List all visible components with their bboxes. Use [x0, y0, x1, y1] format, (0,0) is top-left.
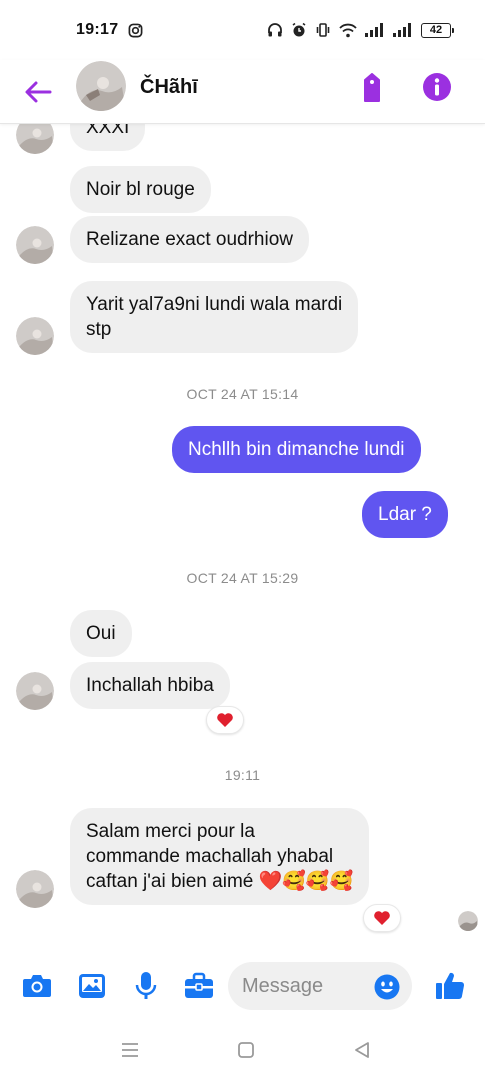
system-navigation-bar	[0, 1020, 485, 1080]
message-text: Relizane exact oudrhiow	[86, 229, 294, 250]
message-text: Noir bl rouge	[86, 179, 195, 200]
message-bubble-incoming[interactable]: Inchallah hbiba	[70, 662, 230, 709]
message-text: Inchallah hbiba	[86, 675, 214, 696]
reaction-badge[interactable]	[206, 706, 244, 734]
contact-avatar[interactable]	[76, 61, 126, 111]
message-bubble-incoming[interactable]: XXXI	[70, 124, 146, 151]
like-button[interactable]	[434, 970, 466, 1002]
back-button[interactable]	[20, 74, 56, 110]
headphones-icon	[267, 22, 283, 38]
message-text-line: caftan j'ai bien aimé ❤️🥰🥰🥰	[86, 871, 354, 892]
battery-indicator: 42	[421, 22, 454, 38]
message-bubble-incoming[interactable]: Yarit yal7a9ni lundi wala mardi stp	[70, 281, 359, 353]
message-bubble-outgoing[interactable]: Nchllh bin dimanche lundi	[172, 426, 421, 473]
tag-icon	[364, 73, 380, 102]
status-right: 42	[267, 22, 454, 38]
emoji-button[interactable]	[374, 974, 400, 1000]
reaction-badge[interactable]	[363, 904, 401, 932]
message-text-line: Salam merci pour la	[86, 821, 255, 842]
message-bubble-incoming[interactable]: Oui	[70, 610, 132, 657]
message-bubble-incoming[interactable]: Relizane exact oudrhiow	[70, 216, 310, 263]
timestamp-divider: OCT 24 AT 15:29	[186, 570, 299, 586]
message-bubble-incoming[interactable]: Salam merci pour la commande machallah y…	[70, 808, 370, 905]
seen-avatar	[458, 911, 478, 931]
message-text-line: stp	[86, 319, 112, 340]
message-text-line: Yarit yal7a9ni lundi wala mardi	[86, 294, 343, 315]
contact-name[interactable]: ČHãhī	[140, 76, 198, 99]
tag-button[interactable]	[356, 72, 388, 104]
camera-button[interactable]	[21, 970, 53, 1002]
alarm-icon	[291, 22, 307, 38]
microphone-button[interactable]	[130, 970, 162, 1002]
message-text: Ldar ?	[378, 504, 432, 525]
timestamp-divider: 19:11	[224, 767, 261, 783]
message-text-line: commande machallah yhabal	[86, 846, 334, 867]
menu-icon	[122, 1043, 138, 1057]
heart-icon	[217, 713, 233, 727]
sender-avatar	[16, 124, 54, 154]
toolbox-icon	[185, 972, 213, 998]
message-bubble-incoming[interactable]: Noir bl rouge	[70, 166, 211, 213]
toolbox-button[interactable]	[183, 970, 215, 1002]
thumbs-up-icon	[436, 972, 465, 999]
status-bar: 19:17 42	[0, 0, 485, 60]
gallery-icon	[79, 974, 105, 998]
info-icon	[423, 73, 451, 101]
vibrate-icon	[315, 22, 331, 38]
sender-avatar	[16, 317, 54, 355]
chat-header: ČHãhī	[0, 60, 485, 124]
home-icon	[238, 1042, 254, 1058]
message-bubble-outgoing[interactable]: Ldar ?	[362, 491, 448, 538]
camera-icon	[23, 975, 51, 997]
instagram-icon	[128, 23, 143, 38]
message-text: XXXI	[86, 124, 130, 138]
home-button[interactable]	[234, 1038, 258, 1062]
back-nav-button[interactable]	[350, 1038, 374, 1062]
message-composer	[0, 952, 485, 1020]
message-text: Nchllh bin dimanche lundi	[188, 439, 405, 460]
emoji-icon	[374, 974, 400, 1000]
info-button[interactable]	[421, 71, 453, 103]
status-left: 19:17	[76, 21, 143, 39]
status-time: 19:17	[76, 21, 119, 38]
sender-avatar	[16, 672, 54, 710]
signal-icon	[365, 23, 385, 37]
message-text: Oui	[86, 623, 116, 644]
back-icon	[355, 1042, 369, 1058]
microphone-icon	[135, 972, 157, 999]
sender-avatar	[16, 226, 54, 264]
heart-icon	[374, 911, 390, 925]
back-arrow-icon	[25, 81, 52, 103]
message-list[interactable]: XXXI Noir bl rouge Relizane exact oudrhi…	[0, 124, 485, 952]
recent-apps-button[interactable]	[118, 1038, 142, 1062]
wifi-icon	[339, 23, 357, 38]
timestamp-divider: OCT 24 AT 15:14	[186, 386, 299, 402]
signal-icon	[393, 23, 413, 37]
sender-avatar	[16, 870, 54, 908]
gallery-button[interactable]	[76, 970, 108, 1002]
